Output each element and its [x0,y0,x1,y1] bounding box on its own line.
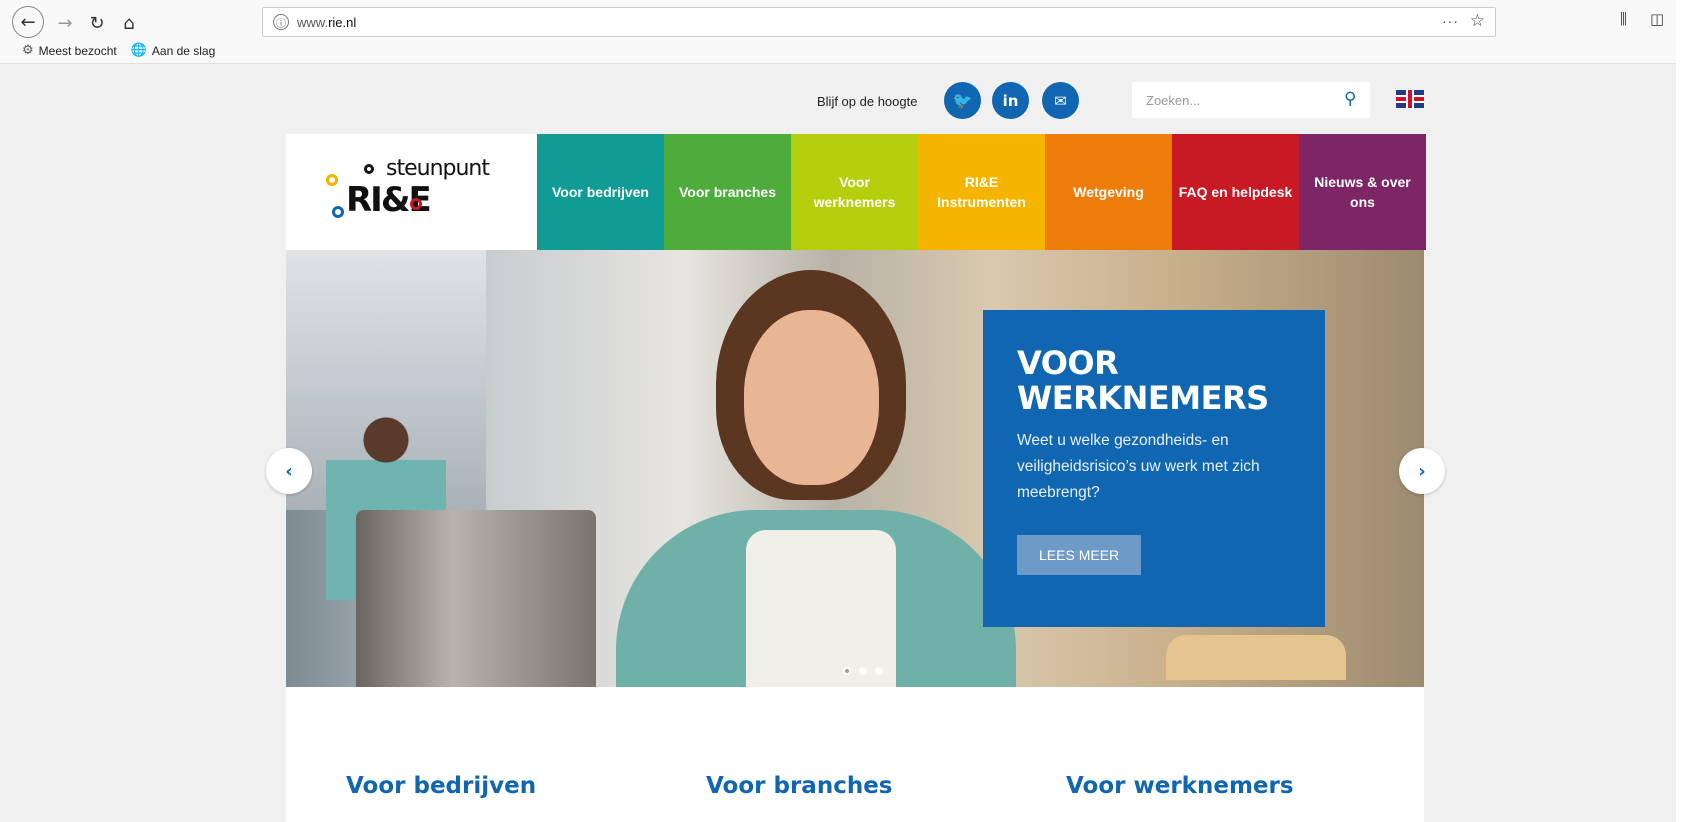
chevron-left-icon: ‹ [285,460,293,482]
linkedin-icon: in [1002,91,1019,110]
library-icon[interactable]: ⫼ [1620,10,1627,28]
logo-dot-yellow [326,174,338,186]
bookmark-star-icon[interactable]: ☆ [1470,11,1485,31]
top-bar: Blijf op de hoogte 🐦 in ✉ Zoeken... ⚲ [12,64,1682,134]
linkedin-button[interactable]: in [992,82,1029,119]
intro-columns: Voor bedrijven Voor branches Voor werkne… [286,687,1424,822]
email-icon: ✉ [1054,91,1067,110]
follow-text: Blijf op de hoogte [817,94,918,109]
url-bar[interactable]: ⓘ www. rie.nl ··· ☆ [262,7,1496,37]
url-prefix: www. [297,14,329,30]
slider-dot-1[interactable] [843,667,851,675]
menu-voor-branches[interactable]: Voor branches [664,134,791,250]
home-button[interactable]: ⌂ [114,8,144,38]
logo-dot-blue [332,206,344,218]
search-input[interactable]: Zoeken... [1132,82,1370,118]
hero-pastry [1166,635,1346,680]
forward-button[interactable]: → [50,8,80,38]
menu-voor-werknemers[interactable]: Voor werknemers [791,134,918,250]
site-header: steunpunt RI&E Voor bedrijven Voor branc… [286,134,1426,250]
column-title-werknemers[interactable]: Voor werknemers [1066,773,1294,799]
slider-dot-2[interactable] [859,667,867,675]
slider-dot-3[interactable] [875,667,883,675]
slide-title: VOOR WERKNEMERS [1017,344,1269,418]
main-menu: Voor bedrijven Voor branches Voor werkne… [537,134,1426,250]
hero-slider: VOOR WERKNEMERS Weet u welke gezondheids… [286,250,1424,687]
slide-text: Weet u welke gezondheids- en veiligheids… [1017,432,1260,501]
column-title-bedrijven[interactable]: Voor bedrijven [346,773,536,799]
email-button[interactable]: ✉ [1042,82,1079,119]
woman-face [744,310,879,485]
back-button[interactable]: ← [12,6,44,38]
right-scroll-area [1676,0,1696,822]
hero-jar [356,510,596,687]
globe-icon: 🌐 [130,43,147,58]
sidebar-icon[interactable]: ◫ [1650,10,1664,28]
menu-nieuws-over-ons[interactable]: Nieuws & over ons [1299,134,1426,250]
info-icon[interactable]: ⓘ [273,14,289,30]
column-title-branches[interactable]: Voor branches [706,773,893,799]
slider-dots [843,667,883,675]
slide-caption: VOOR WERKNEMERS Weet u welke gezondheids… [983,310,1325,627]
reload-button[interactable]: ↻ [82,8,112,38]
uk-flag-icon[interactable] [1396,90,1424,108]
menu-rie-instrumenten[interactable]: RI&E Instrumenten [918,134,1045,250]
twitter-button[interactable]: 🐦 [944,82,981,119]
menu-wetgeving[interactable]: Wetgeving [1045,134,1172,250]
slider-next-button[interactable]: › [1399,448,1445,494]
bookmarks-toolbar: ⚙ Meest bezocht 🌐 Aan de slag [22,43,215,58]
url-domain: rie.nl [328,14,357,30]
bookmark-aan-de-slag[interactable]: 🌐 Aan de slag [131,43,216,58]
hero-woman [586,270,1016,687]
search-placeholder: Zoeken... [1146,92,1201,108]
bookmark-meest-bezocht[interactable]: ⚙ Meest bezocht [22,43,117,58]
woman-apron [746,530,896,687]
gear-icon: ⚙ [22,43,34,58]
logo-steunpunt: steunpunt [386,156,490,181]
page-actions-button[interactable]: ··· [1442,13,1459,29]
bookmark-label: Aan de slag [151,43,216,58]
menu-voor-bedrijven[interactable]: Voor bedrijven [537,134,664,250]
logo-dot-black [364,164,374,174]
page: Blijf op de hoogte 🐦 in ✉ Zoeken... ⚲ st… [12,64,1682,822]
twitter-icon: 🐦 [952,91,973,110]
bookmark-label: Meest bezocht [38,43,117,58]
slider-prev-button[interactable]: ‹ [266,448,312,494]
search-icon[interactable]: ⚲ [1344,89,1356,109]
chevron-right-icon: › [1418,460,1426,482]
browser-chrome: ← → ↻ ⌂ ⓘ www.rie.nl ··· ☆ ⫼ ◫ ≡ ⚙ Meest… [0,0,1696,64]
site-logo[interactable]: steunpunt RI&E [286,134,536,250]
logo-dot-red [410,198,422,210]
menu-faq-helpdesk[interactable]: FAQ en helpdesk [1172,134,1299,250]
lees-meer-button[interactable]: LEES MEER [1017,535,1142,576]
